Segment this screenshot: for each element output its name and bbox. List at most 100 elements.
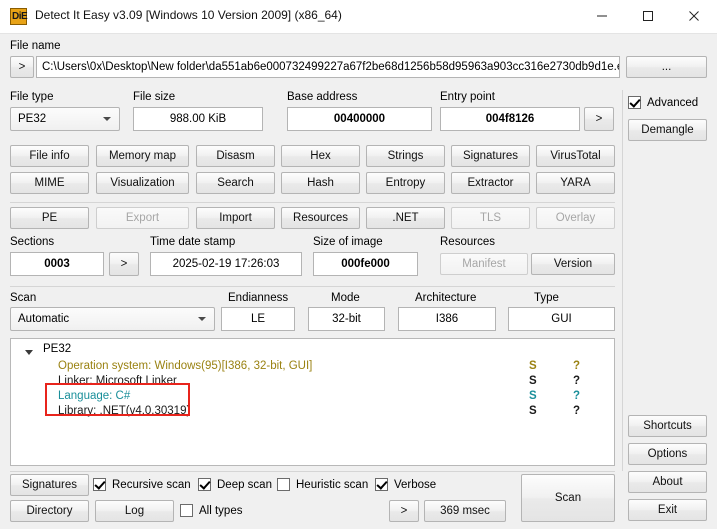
size-of-image-label: Size of image <box>313 236 383 248</box>
signatures-tool-button[interactable]: Signatures <box>451 145 530 167</box>
file-name-expand-button[interactable]: > <box>10 56 34 78</box>
bottom-divider <box>10 471 615 472</box>
scan-mode-select[interactable]: Automatic <box>10 307 215 331</box>
scan-results-tree[interactable]: PE32 Operation system: Windows(95)[I386,… <box>10 338 615 466</box>
size-of-image-value: 000fe000 <box>313 252 418 276</box>
advanced-checkbox-label: Advanced <box>647 96 699 109</box>
heuristic-scan-checkbox[interactable]: Heuristic scan <box>277 478 368 491</box>
result-info-3[interactable]: ? <box>573 405 580 417</box>
shortcuts-button[interactable]: Shortcuts <box>628 415 707 437</box>
result-info-1[interactable]: ? <box>573 375 580 387</box>
visualization-button[interactable]: Visualization <box>96 172 189 194</box>
heuristic-scan-label: Heuristic scan <box>296 478 369 491</box>
result-info-2[interactable]: ? <box>573 390 580 402</box>
yara-button[interactable]: YARA <box>536 172 615 194</box>
demangle-button[interactable]: Demangle <box>628 119 707 141</box>
deep-scan-checkbox[interactable]: Deep scan <box>198 478 272 491</box>
memory-map-button[interactable]: Memory map <box>96 145 189 167</box>
tree-root-label[interactable]: PE32 <box>43 343 71 355</box>
result-row-library[interactable]: Library: .NET(v4.0.30319) <box>58 405 190 417</box>
app-icon-text: DiE <box>12 11 28 22</box>
file-size-value: 988.00 KiB <box>133 107 263 131</box>
manifest-button: Manifest <box>440 253 528 275</box>
result-sig-1[interactable]: S <box>529 375 537 387</box>
mime-button[interactable]: MIME <box>10 172 89 194</box>
version-button[interactable]: Version <box>531 253 615 275</box>
file-type-label: File type <box>10 91 54 103</box>
result-row-operation-system[interactable]: Operation system: Windows(95)[I386, 32-b… <box>58 360 312 372</box>
resources-button[interactable]: Resources <box>281 207 360 229</box>
all-types-checkbox-box <box>180 504 193 517</box>
tree-expander-icon[interactable] <box>25 350 33 355</box>
pe-details-divider <box>10 286 615 287</box>
log-button[interactable]: Log <box>95 500 174 522</box>
entry-point-goto-button[interactable]: > <box>584 107 614 131</box>
strings-button[interactable]: Strings <box>366 145 445 167</box>
recursive-scan-checkbox[interactable]: Recursive scan <box>93 478 191 491</box>
result-info-0[interactable]: ? <box>573 360 580 372</box>
file-info-button[interactable]: File info <box>10 145 89 167</box>
file-path-input[interactable]: C:\Users\0x\Desktop\New folder\da551ab6e… <box>36 56 620 78</box>
minimize-button[interactable] <box>579 0 625 32</box>
pe-button[interactable]: PE <box>10 207 89 229</box>
result-row-language[interactable]: Language: C# <box>58 390 130 402</box>
detect-it-easy-window: DiE Detect It Easy v3.09 [Windows 10 Ver… <box>0 0 717 529</box>
disasm-button[interactable]: Disasm <box>196 145 275 167</box>
maximize-button[interactable] <box>625 0 671 32</box>
about-button[interactable]: About <box>628 471 707 493</box>
overlay-button: Overlay <box>536 207 615 229</box>
architecture-value: I386 <box>398 307 496 331</box>
heuristic-scan-checkbox-box <box>277 478 290 491</box>
verbose-checkbox-box <box>375 478 388 491</box>
advanced-checkbox[interactable]: Advanced <box>628 96 698 109</box>
title-bar: DiE Detect It Easy v3.09 [Windows 10 Ver… <box>0 0 717 33</box>
file-name-label: File name <box>10 40 61 52</box>
all-types-checkbox[interactable]: All types <box>180 504 242 517</box>
recursive-scan-checkbox-box <box>93 478 106 491</box>
hex-button[interactable]: Hex <box>281 145 360 167</box>
app-icon: DiE <box>10 8 28 25</box>
result-sig-2[interactable]: S <box>529 390 537 402</box>
exit-button[interactable]: Exit <box>628 499 707 521</box>
tls-button: TLS <box>451 207 530 229</box>
file-type-select[interactable]: PE32 <box>10 107 120 131</box>
chevron-down-icon <box>103 117 111 121</box>
resources-label: Resources <box>440 236 495 248</box>
base-address-label: Base address <box>287 91 358 103</box>
architecture-label: Architecture <box>415 292 477 304</box>
scan-button[interactable]: Scan <box>521 474 615 522</box>
dotnet-button[interactable]: .NET <box>366 207 445 229</box>
close-button[interactable] <box>671 0 717 32</box>
file-size-label: File size <box>133 91 176 103</box>
sections-goto-button[interactable]: > <box>109 252 139 276</box>
signatures-button[interactable]: Signatures <box>10 474 89 496</box>
chevron-down-icon <box>198 317 206 321</box>
sidebar-divider <box>622 90 623 471</box>
extractor-button[interactable]: Extractor <box>451 172 530 194</box>
import-button[interactable]: Import <box>196 207 275 229</box>
type-value: GUI <box>508 307 615 331</box>
mode-label: Mode <box>331 292 360 304</box>
search-button[interactable]: Search <box>196 172 275 194</box>
window-title: Detect It Easy v3.09 [Windows 10 Version… <box>35 8 342 22</box>
result-row-linker[interactable]: Linker: Microsoft Linker <box>58 375 177 387</box>
elapsed-time-value: 369 msec <box>424 500 506 522</box>
options-button[interactable]: Options <box>628 443 707 465</box>
deep-scan-checkbox-box <box>198 478 211 491</box>
all-types-label: All types <box>199 504 243 517</box>
elapsed-expand-button[interactable]: > <box>389 500 419 522</box>
advanced-checkbox-box <box>628 96 641 109</box>
result-sig-0[interactable]: S <box>529 360 537 372</box>
endianness-value: LE <box>221 307 295 331</box>
browse-button[interactable]: ... <box>626 56 707 78</box>
verbose-checkbox[interactable]: Verbose <box>375 478 436 491</box>
file-type-value: PE32 <box>18 113 47 125</box>
directory-button[interactable]: Directory <box>10 500 89 522</box>
result-sig-3[interactable]: S <box>529 405 537 417</box>
hash-button[interactable]: Hash <box>281 172 360 194</box>
mode-value: 32-bit <box>308 307 385 331</box>
verbose-label: Verbose <box>394 478 437 491</box>
sections-label: Sections <box>10 236 55 248</box>
entropy-button[interactable]: Entropy <box>366 172 445 194</box>
virustotal-button[interactable]: VirusTotal <box>536 145 615 167</box>
